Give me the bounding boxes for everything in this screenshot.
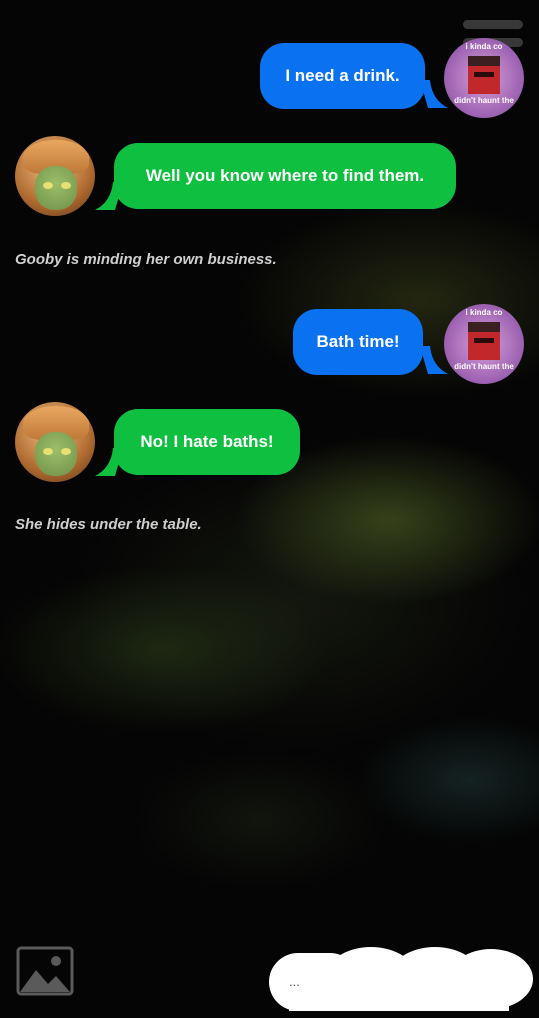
- user-message-bubble[interactable]: Bath time!: [293, 309, 423, 375]
- avatar-eye: [43, 182, 53, 189]
- avatar-eye: [43, 448, 53, 455]
- avatar-face: [35, 166, 77, 210]
- character-message-bubble[interactable]: Well you know where to find them.: [114, 143, 456, 209]
- avatar-caption-top: i kinda co: [465, 308, 503, 317]
- narration-text: She hides under the table.: [15, 516, 202, 533]
- avatar-face: [35, 432, 77, 476]
- avatar-caption-bottom: didn't haunt the: [454, 362, 514, 371]
- message-text: Well you know where to find them.: [145, 166, 425, 185]
- message-text: I need a drink.: [285, 66, 400, 85]
- character-message-bubble[interactable]: No! I hate baths!: [114, 409, 300, 475]
- message-input[interactable]: ...: [269, 947, 533, 1011]
- character-avatar[interactable]: [15, 136, 95, 216]
- message-text: Bath time!: [316, 332, 400, 351]
- avatar-caption-top: i kinda co: [465, 42, 503, 51]
- character-avatar[interactable]: [15, 402, 95, 482]
- user-avatar[interactable]: i kinda co didn't haunt the: [444, 38, 524, 118]
- image-icon: [16, 946, 74, 996]
- hamburger-icon-bar: [463, 20, 523, 29]
- bubble-tail: [420, 346, 448, 374]
- input-bg: [289, 967, 509, 1011]
- user-message-bubble[interactable]: I need a drink.: [260, 43, 425, 109]
- avatar-face: [468, 322, 500, 360]
- avatar-eye: [61, 448, 71, 455]
- avatar-eye: [61, 182, 71, 189]
- attach-image-button[interactable]: [16, 946, 74, 996]
- narration-text: Gooby is minding her own business.: [15, 251, 277, 268]
- user-avatar[interactable]: i kinda co didn't haunt the: [444, 304, 524, 384]
- input-placeholder: ...: [289, 974, 300, 989]
- message-text: No! I hate baths!: [140, 432, 274, 451]
- avatar-caption-bottom: didn't haunt the: [454, 96, 514, 105]
- avatar-face: [468, 56, 500, 94]
